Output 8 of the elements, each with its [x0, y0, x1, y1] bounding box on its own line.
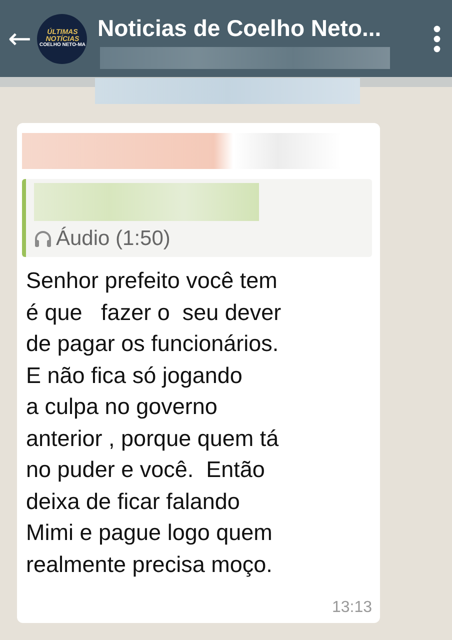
- headphones-icon: [34, 230, 52, 248]
- quoted-message[interactable]: Áudio (1:50): [22, 179, 372, 257]
- message-time: 13:13: [332, 599, 372, 617]
- back-button[interactable]: ←: [6, 24, 34, 52]
- message-text: Senhor prefeito você tem é que fazer o seu dever de pagar os funcionários. E não fica só jogando a culpa no governo anterior , porque quem tá no puder e você. Então deixa de ficar falando Mimi e pague logo quem realmente precisa moço.: [26, 267, 282, 579]
- chat-title[interactable]: Noticias de Coelho Neto...: [97, 15, 382, 41]
- more-options-icon[interactable]: [432, 24, 442, 54]
- quoted-audio-label: Áudio (1:50): [56, 227, 170, 251]
